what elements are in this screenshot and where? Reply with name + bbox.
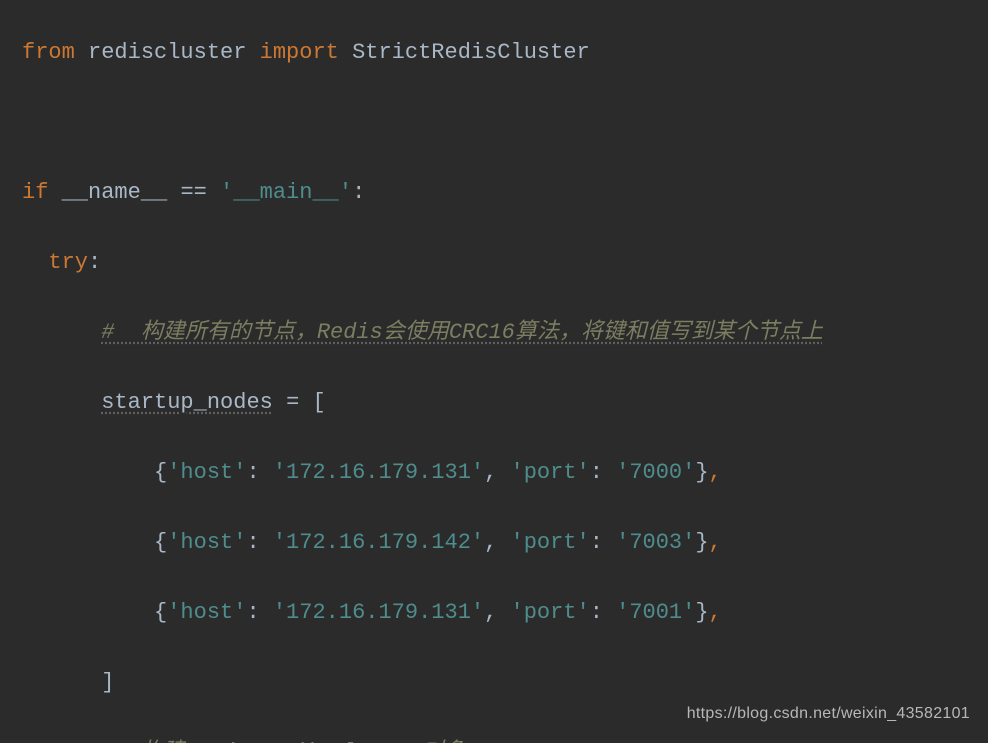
bracket-close: ] xyxy=(101,670,114,695)
code-line: from rediscluster import StrictRedisClus… xyxy=(8,35,988,70)
module-name: rediscluster xyxy=(88,40,246,65)
bracket-open: [ xyxy=(312,390,325,415)
dunder-name: __name__ xyxy=(62,180,168,205)
brace-close: } xyxy=(695,530,708,555)
colon: : xyxy=(246,460,272,485)
brace-close: } xyxy=(695,460,708,485)
kw-from: from xyxy=(22,40,75,65)
dict-val: '7001' xyxy=(616,600,695,625)
dict-key: 'port' xyxy=(511,530,590,555)
comma: , xyxy=(484,530,510,555)
comma: , xyxy=(484,600,510,625)
comma: , xyxy=(709,600,722,625)
code-line xyxy=(8,105,988,140)
code-line: {'host': '172.16.179.131', 'port': '7000… xyxy=(8,455,988,490)
colon: : xyxy=(246,600,272,625)
colon: : xyxy=(246,530,272,555)
colon: : xyxy=(352,180,365,205)
kw-if: if xyxy=(22,180,48,205)
code-line: {'host': '172.16.179.142', 'port': '7003… xyxy=(8,525,988,560)
colon: : xyxy=(590,600,616,625)
dict-val: '7003' xyxy=(616,530,695,555)
dict-key: 'host' xyxy=(167,460,246,485)
code-line: startup_nodes = [ xyxy=(8,385,988,420)
brace-close: } xyxy=(695,600,708,625)
dict-key: 'port' xyxy=(511,460,590,485)
colon: : xyxy=(590,460,616,485)
comment: # 构建所有的节点，Redis会使用CRC16算法，将键和值写到某个节点上 xyxy=(101,320,823,345)
kw-try: try xyxy=(48,250,88,275)
brace-open: { xyxy=(154,530,167,555)
comma: , xyxy=(709,530,722,555)
kw-import: import xyxy=(260,40,339,65)
str-main: '__main__' xyxy=(220,180,352,205)
code-line: if __name__ == '__main__': xyxy=(8,175,988,210)
comma: , xyxy=(484,460,510,485)
dict-val: '172.16.179.142' xyxy=(273,530,484,555)
dict-key: 'port' xyxy=(511,600,590,625)
dict-key: 'host' xyxy=(167,600,246,625)
var-startup-nodes: startup_nodes xyxy=(101,390,273,415)
class-name: StrictRedisCluster xyxy=(352,40,590,65)
code-line: ] xyxy=(8,665,988,700)
op-eq: == xyxy=(180,180,206,205)
dict-val: '172.16.179.131' xyxy=(273,460,484,485)
watermark-text: https://blog.csdn.net/weixin_43582101 xyxy=(687,696,970,731)
code-line: try: xyxy=(8,245,988,280)
code-editor[interactable]: from rediscluster import StrictRedisClus… xyxy=(0,0,988,743)
op-assign: = xyxy=(286,390,299,415)
brace-open: { xyxy=(154,460,167,485)
code-line: # 构建StrictRedisCluster对象 xyxy=(8,735,988,743)
dict-key: 'host' xyxy=(167,530,246,555)
code-line: {'host': '172.16.179.131', 'port': '7001… xyxy=(8,595,988,630)
dict-val: '172.16.179.131' xyxy=(273,600,484,625)
comma: , xyxy=(709,460,722,485)
dict-val: '7000' xyxy=(616,460,695,485)
colon: : xyxy=(590,530,616,555)
brace-open: { xyxy=(154,600,167,625)
code-line: # 构建所有的节点，Redis会使用CRC16算法，将键和值写到某个节点上 xyxy=(8,315,988,350)
colon: : xyxy=(88,250,101,275)
